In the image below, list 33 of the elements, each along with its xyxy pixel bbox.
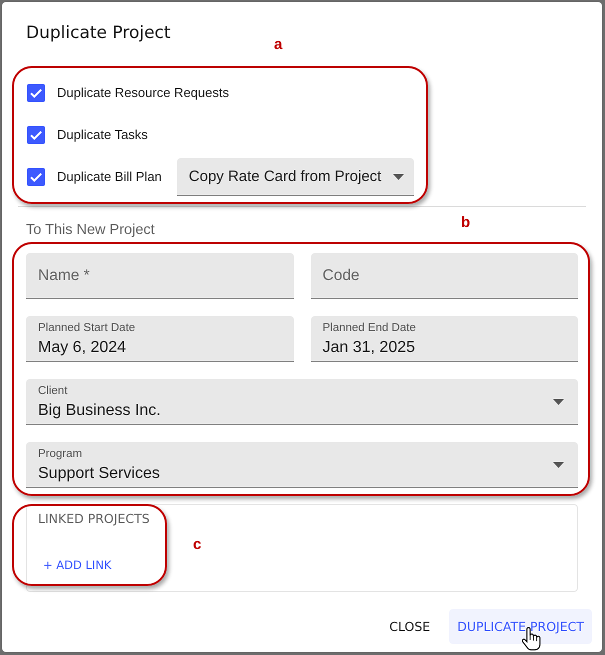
rate-card-select[interactable]: Copy Rate Card from Project [176, 158, 414, 196]
checkbox-label: Duplicate Bill Plan [57, 169, 162, 185]
input-field[interactable]: Planned End Date Jan 31, 2025 [310, 316, 578, 362]
checkbox[interactable] [27, 168, 45, 186]
input-field[interactable]: Planned Start Date May 6, 2024 [26, 316, 294, 362]
field-label: Planned Start Date [38, 321, 136, 335]
checkbox-label: Duplicate Tasks [57, 127, 148, 143]
dialog-title: Duplicate Project [26, 22, 171, 44]
annotation-label: b [461, 214, 470, 231]
dropdown-caret-icon [393, 174, 404, 180]
input-field[interactable]: Code [310, 253, 578, 299]
duplicate-button[interactable]: DUPLICATE PROJECT [449, 609, 592, 644]
select-field[interactable]: Client Big Business Inc. [26, 379, 578, 425]
field-label: Program [38, 447, 82, 461]
checkbox-label: Duplicate Resource Requests [57, 85, 229, 101]
dropdown-caret-icon [553, 398, 564, 404]
section-heading: To This New Project [26, 221, 155, 239]
dropdown-caret-icon [553, 462, 564, 468]
field-label: Planned End Date [322, 321, 416, 335]
close-button[interactable]: CLOSE [379, 609, 440, 644]
add-link-button[interactable]: + ADD LINK [38, 553, 116, 577]
annotation-label: a [274, 36, 282, 53]
input-field[interactable]: Name * [26, 253, 294, 299]
field-value: Jan 31, 2025 [322, 338, 416, 357]
annotation-label: c [193, 536, 202, 553]
field-value: Big Business Inc. [38, 401, 161, 420]
checkbox[interactable] [27, 126, 45, 144]
panel-heading: LINKED PROJECTS [38, 511, 150, 527]
field-value: May 6, 2024 [38, 338, 126, 357]
checkbox[interactable] [27, 84, 45, 102]
field-value: Support Services [38, 464, 160, 483]
select-field[interactable]: Program Support Services [26, 442, 578, 488]
field-label: Client [38, 384, 68, 398]
